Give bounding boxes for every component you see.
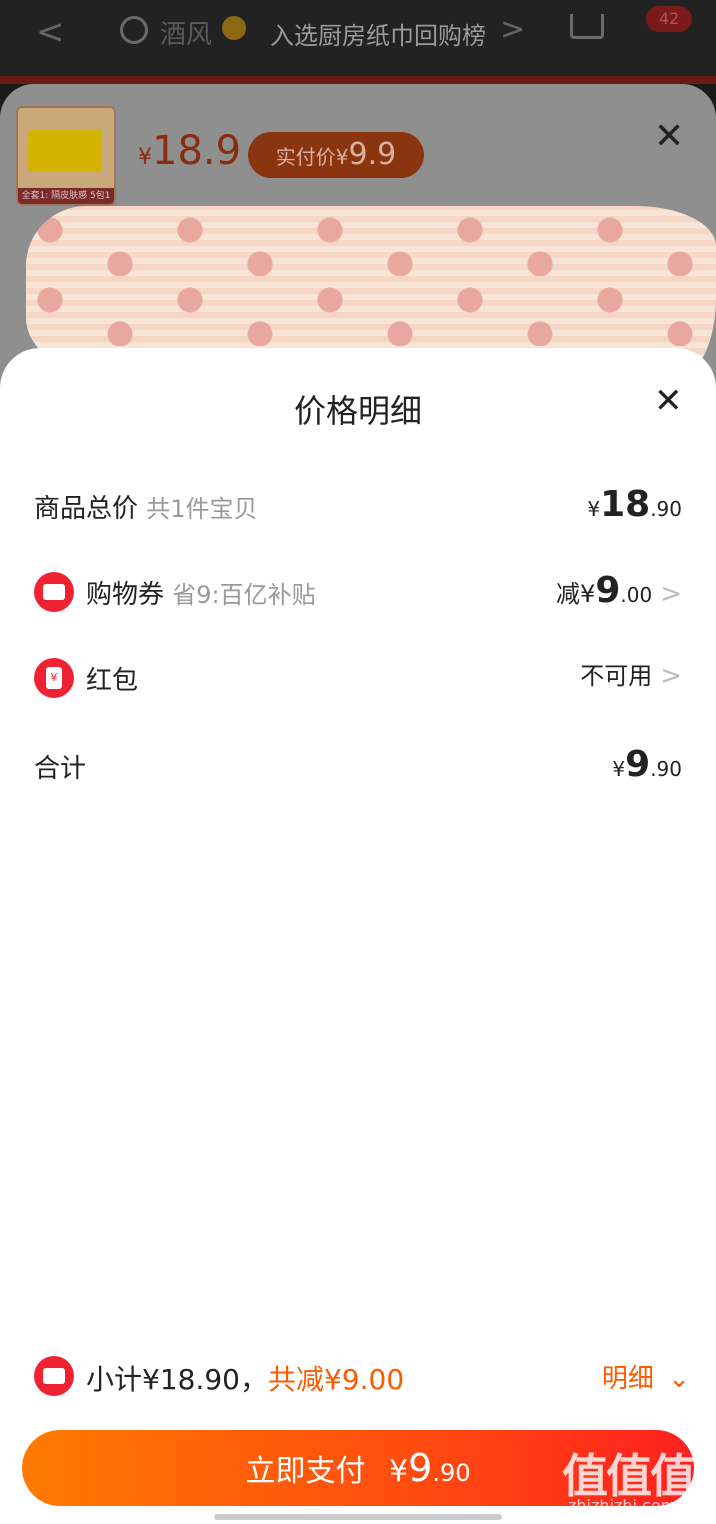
subtotal-bar: 小计¥18.90，共减¥9.00 明细 ⌄ bbox=[34, 1354, 694, 1400]
sum-value: ¥9.90 bbox=[612, 744, 682, 785]
divider bbox=[0, 76, 716, 84]
search-text[interactable]: 酒风 bbox=[160, 14, 212, 51]
coupon-sub: 省9:百亿补贴 bbox=[172, 581, 316, 609]
cart-badge: 42 bbox=[646, 6, 692, 32]
chevron-right-icon: > bbox=[660, 579, 682, 609]
thumbnail-caption: 全套1: 隔皮肤感 5包1件 bbox=[18, 188, 114, 204]
reduced-text: 共减¥9.00 bbox=[267, 1363, 405, 1396]
rank-banner-text[interactable]: 入选厨房纸巾回购榜 bbox=[270, 16, 486, 51]
row-total-price: 商品总价 共1件宝贝 ¥18.90 bbox=[34, 484, 682, 528]
ticket-icon bbox=[34, 1356, 74, 1396]
watermark-url: zhizhizhi.com bbox=[568, 1496, 677, 1515]
coupon-value[interactable]: 减¥9.00 > bbox=[556, 570, 682, 611]
chevron-right-icon[interactable]: > bbox=[500, 12, 525, 47]
award-icon bbox=[222, 16, 246, 40]
row-sum: 合计 ¥9.90 bbox=[34, 744, 682, 788]
sum-label: 合计 bbox=[34, 754, 87, 784]
red-packet-label: 红包 bbox=[86, 666, 139, 696]
ticket-icon bbox=[34, 572, 74, 612]
chevron-right-icon: > bbox=[660, 661, 682, 691]
modal-title: 价格明细 bbox=[293, 392, 422, 430]
search-icon[interactable] bbox=[120, 16, 148, 44]
back-icon[interactable]: < bbox=[36, 12, 65, 52]
total-value: ¥18.90 bbox=[587, 484, 682, 525]
cart-icon[interactable] bbox=[570, 14, 604, 39]
top-bar: < 酒风 入选厨房纸巾回购榜 > 42 bbox=[0, 0, 716, 80]
close-icon[interactable]: ✕ bbox=[654, 116, 684, 157]
total-label: 商品总价 bbox=[34, 494, 139, 524]
home-indicator bbox=[214, 1514, 502, 1520]
red-packet-icon: ¥ bbox=[34, 658, 74, 698]
close-icon[interactable]: ✕ bbox=[654, 384, 683, 418]
product-thumbnail: 全套1: 隔皮肤感 5包1件 bbox=[16, 106, 116, 206]
row-red-packet[interactable]: ¥ 红包 不可用 > bbox=[34, 656, 682, 700]
price-detail-modal: 价格明细 ✕ 商品总价 共1件宝贝 ¥18.90 购物券 省9:百亿补贴 减¥9… bbox=[0, 348, 716, 1524]
row-coupon[interactable]: 购物券 省9:百亿补贴 减¥9.00 > bbox=[34, 570, 682, 614]
red-packet-status[interactable]: 不可用 > bbox=[580, 656, 682, 691]
detail-toggle[interactable]: 明细 ⌄ bbox=[602, 1358, 690, 1395]
product-price: ¥18.9 bbox=[138, 128, 242, 174]
chevron-down-icon: ⌄ bbox=[668, 1364, 690, 1394]
coupon-label: 购物券 bbox=[86, 580, 165, 610]
total-sub: 共1件宝贝 bbox=[146, 495, 258, 523]
subtotal-text: 小计¥18.90， bbox=[86, 1363, 268, 1396]
actual-price-pill: 实付价¥9.9 bbox=[248, 132, 424, 178]
